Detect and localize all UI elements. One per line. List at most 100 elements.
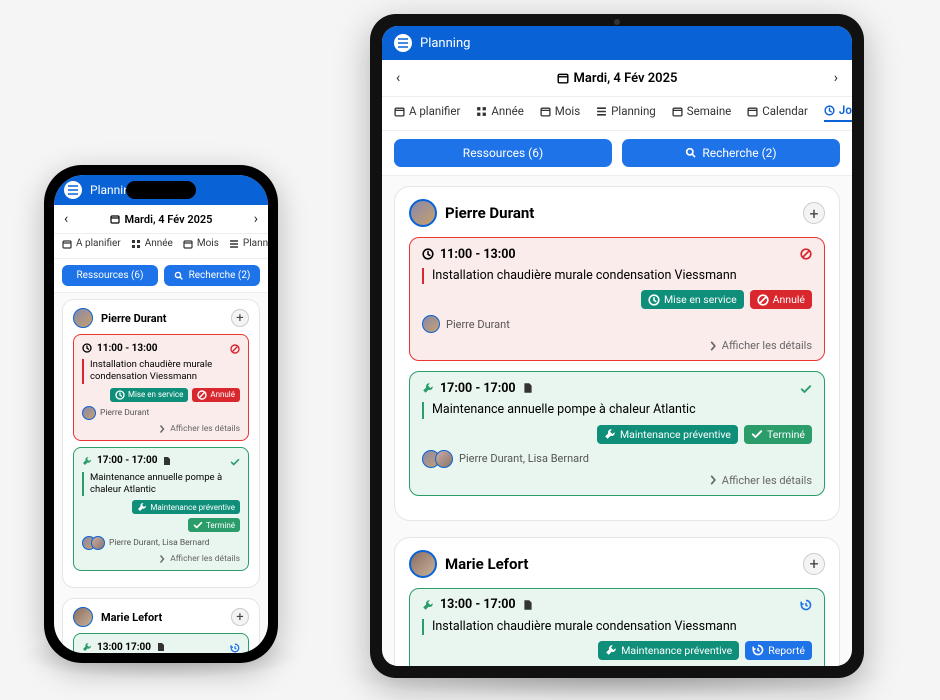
prev-day-button[interactable]: ‹: [396, 70, 400, 86]
date-label[interactable]: Mardi, 4 Fév 2025: [110, 213, 213, 226]
next-day-button[interactable]: ›: [834, 70, 838, 86]
appbar: Planning: [382, 26, 852, 60]
next-day-button[interactable]: ›: [254, 211, 258, 227]
app-title: Planning: [420, 36, 470, 51]
schedule-content[interactable]: Pierre Durant + 11:00 - 13:00 Installati…: [382, 176, 852, 666]
resources-pill[interactable]: Ressources (6): [62, 265, 158, 286]
document-icon: [522, 599, 534, 611]
task-time: 13:00 17:00: [97, 642, 151, 653]
tab-a-planifier[interactable]: A planifier: [394, 104, 460, 121]
date-bar: ‹ Mardi, 4 Fév 2025 ›: [382, 60, 852, 97]
clock-icon: [422, 248, 434, 260]
task-title: Maintenance annuelle pompe à chaleur Atl…: [82, 472, 240, 497]
wrench-icon: [422, 382, 434, 394]
status-badge: Maintenance préventive: [132, 500, 240, 514]
add-task-button[interactable]: +: [231, 608, 249, 626]
wrench-icon: [422, 599, 434, 611]
filter-pills: Ressources (6) Recherche (2): [54, 259, 268, 293]
list-icon: [596, 106, 607, 117]
person-name: Pierre Durant: [445, 204, 534, 222]
calendar-icon: [672, 106, 683, 117]
wrench-icon: [604, 428, 616, 440]
ban-icon: [230, 341, 240, 355]
tab-planning[interactable]: Planning: [596, 104, 656, 121]
show-details-link[interactable]: Afficher les détails: [422, 339, 812, 352]
tab-a-planifier[interactable]: A planifier: [62, 238, 121, 252]
check-icon: [193, 520, 203, 530]
schedule-content[interactable]: Pierre Durant + 11:00 - 13:00 Installati…: [54, 293, 268, 653]
avatar: [435, 450, 453, 468]
tab-mois[interactable]: Mois: [183, 238, 219, 252]
add-task-button[interactable]: +: [803, 202, 825, 224]
document-icon: [522, 382, 534, 394]
chevron-right-icon: [707, 474, 719, 486]
wrench-icon: [82, 456, 92, 466]
show-details-link[interactable]: Afficher les détails: [422, 474, 812, 487]
ban-icon: [800, 246, 812, 262]
task-card[interactable]: 11:00 - 13:00 Installation chaudière mur…: [73, 334, 249, 441]
tab-mois[interactable]: Mois: [540, 104, 580, 121]
tab-annee[interactable]: Année: [131, 238, 173, 252]
calendar-icon: [110, 214, 120, 224]
prev-day-button[interactable]: ‹: [64, 211, 68, 227]
person-card: Marie Lefort + 13:00 17:00 Installation …: [62, 598, 260, 653]
person-card: Pierre Durant + 11:00 - 13:00 Installati…: [62, 299, 260, 588]
task-card[interactable]: 17:00 - 17:00 Maintenance annuelle pompe…: [409, 371, 825, 495]
search-icon: [174, 271, 184, 281]
add-task-button[interactable]: +: [803, 553, 825, 575]
calendar-icon: [540, 106, 551, 117]
task-title: Installation chaudière murale condensati…: [422, 619, 812, 635]
menu-button[interactable]: [394, 34, 412, 52]
view-tabs: A planifier Année Mois Planning: [54, 234, 268, 259]
tech-names: Pierre Durant, Lisa Bernard: [459, 452, 589, 465]
avatar: [73, 607, 93, 627]
task-card[interactable]: 11:00 - 13:00 Installation chaudière mur…: [409, 237, 825, 361]
date-label[interactable]: Mardi, 4 Fév 2025: [557, 71, 678, 86]
task-time: 11:00 - 13:00: [440, 247, 516, 262]
task-card[interactable]: 13:00 17:00 Installation chaudière mural…: [73, 633, 249, 653]
search-pill[interactable]: Recherche (2): [622, 139, 840, 167]
person-name: Pierre Durant: [101, 312, 167, 325]
avatar: [73, 308, 93, 328]
task-card[interactable]: 13:00 - 17:00 Installation chaudière mur…: [409, 588, 825, 667]
avatar: [82, 406, 96, 420]
task-card[interactable]: 17:00 - 17:00 Maintenance annuelle pompe…: [73, 447, 249, 572]
clock-icon: [115, 390, 125, 400]
document-icon: [162, 456, 172, 466]
show-details-link[interactable]: Afficher les détails: [82, 424, 240, 434]
tab-semaine[interactable]: Semaine: [672, 104, 732, 121]
tab-calendar[interactable]: Calendar: [747, 104, 808, 121]
task-title: Installation chaudière murale condensati…: [422, 268, 812, 284]
tab-planning[interactable]: Planning: [229, 238, 268, 252]
chevron-right-icon: [157, 424, 167, 434]
history-icon: [230, 640, 240, 653]
calendar-icon: [62, 239, 72, 249]
clock-icon: [82, 343, 92, 353]
history-icon: [800, 597, 812, 613]
tab-jour[interactable]: Jour: [824, 103, 852, 122]
status-badge: Terminé: [744, 425, 812, 444]
status-badge: Annulé: [192, 388, 240, 402]
tab-annee[interactable]: Année: [476, 104, 523, 121]
task-time: 17:00 - 17:00: [440, 381, 516, 396]
resources-pill[interactable]: Ressources (6): [394, 139, 612, 167]
calendar-icon: [183, 239, 193, 249]
status-badge: Annulé: [750, 290, 812, 309]
add-task-button[interactable]: +: [231, 309, 249, 327]
person-name: Marie Lefort: [445, 555, 528, 573]
calendar-icon: [557, 72, 569, 84]
search-pill[interactable]: Recherche (2): [164, 265, 260, 286]
avatar: [91, 536, 105, 550]
show-details-link[interactable]: Afficher les détails: [82, 554, 240, 564]
avatar: [409, 550, 437, 578]
tech-names: Pierre Durant: [446, 318, 510, 331]
menu-button[interactable]: [64, 181, 82, 199]
check-icon: [751, 428, 763, 440]
check-icon: [800, 380, 812, 396]
status-badge: Maintenance préventive: [598, 641, 739, 660]
view-tabs: A planifier Année Mois Planning Semaine …: [382, 97, 852, 131]
ban-icon: [757, 294, 769, 306]
chevron-right-icon: [157, 554, 167, 564]
history-icon: [752, 644, 764, 656]
filter-pills: Ressources (6) Recherche (2): [382, 131, 852, 176]
